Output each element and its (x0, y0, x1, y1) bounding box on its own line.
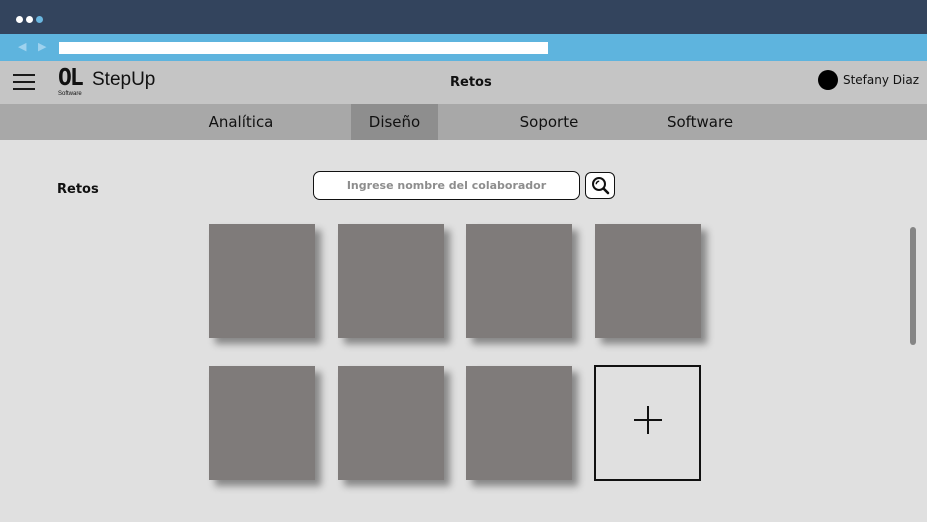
logo-subtitle: Software (58, 91, 82, 97)
scrollbar-thumb[interactable] (910, 227, 916, 345)
add-reto-button[interactable] (594, 365, 701, 481)
window-dot[interactable] (26, 16, 33, 23)
chevron-left-icon[interactable]: ◀ (18, 41, 26, 53)
search-input[interactable] (313, 171, 580, 200)
reto-card[interactable] (338, 224, 444, 338)
tab-software[interactable]: Software (655, 104, 745, 140)
app-name: StepUp (92, 69, 156, 90)
app-header: OL Software StepUp Retos Stefany Diaz (0, 61, 927, 104)
plus-icon (634, 406, 662, 434)
logo-mark: OL (58, 65, 84, 91)
url-input[interactable] (59, 42, 548, 54)
search-button[interactable] (585, 172, 615, 199)
reto-card[interactable] (595, 224, 701, 338)
window-dot[interactable] (36, 16, 43, 23)
reto-card[interactable] (466, 366, 572, 480)
reto-card[interactable] (466, 224, 572, 338)
tab-analitica[interactable]: Analítica (196, 104, 286, 140)
tab-bar: Analítica Diseño Soporte Software (0, 104, 927, 140)
page-title: Retos (450, 75, 492, 90)
tab-soporte[interactable]: Soporte (508, 104, 590, 140)
tab-diseno[interactable]: Diseño (351, 104, 438, 140)
search-icon (592, 177, 610, 195)
reto-card[interactable] (209, 224, 315, 338)
hamburger-icon[interactable] (13, 74, 35, 90)
logo: OL Software (58, 65, 88, 101)
window-controls (16, 16, 43, 23)
section-title: Retos (57, 182, 99, 197)
user-profile[interactable]: Stefany Diaz (817, 70, 919, 90)
chevron-right-icon[interactable]: ▶ (38, 41, 46, 53)
avatar[interactable] (817, 70, 838, 90)
browser-address-bar: ◀ ▶ (0, 34, 927, 61)
window-dot[interactable] (16, 16, 23, 23)
reto-card[interactable] (209, 366, 315, 480)
browser-titlebar (0, 0, 927, 34)
user-name: Stefany Diaz (842, 73, 919, 87)
reto-card[interactable] (338, 366, 444, 480)
